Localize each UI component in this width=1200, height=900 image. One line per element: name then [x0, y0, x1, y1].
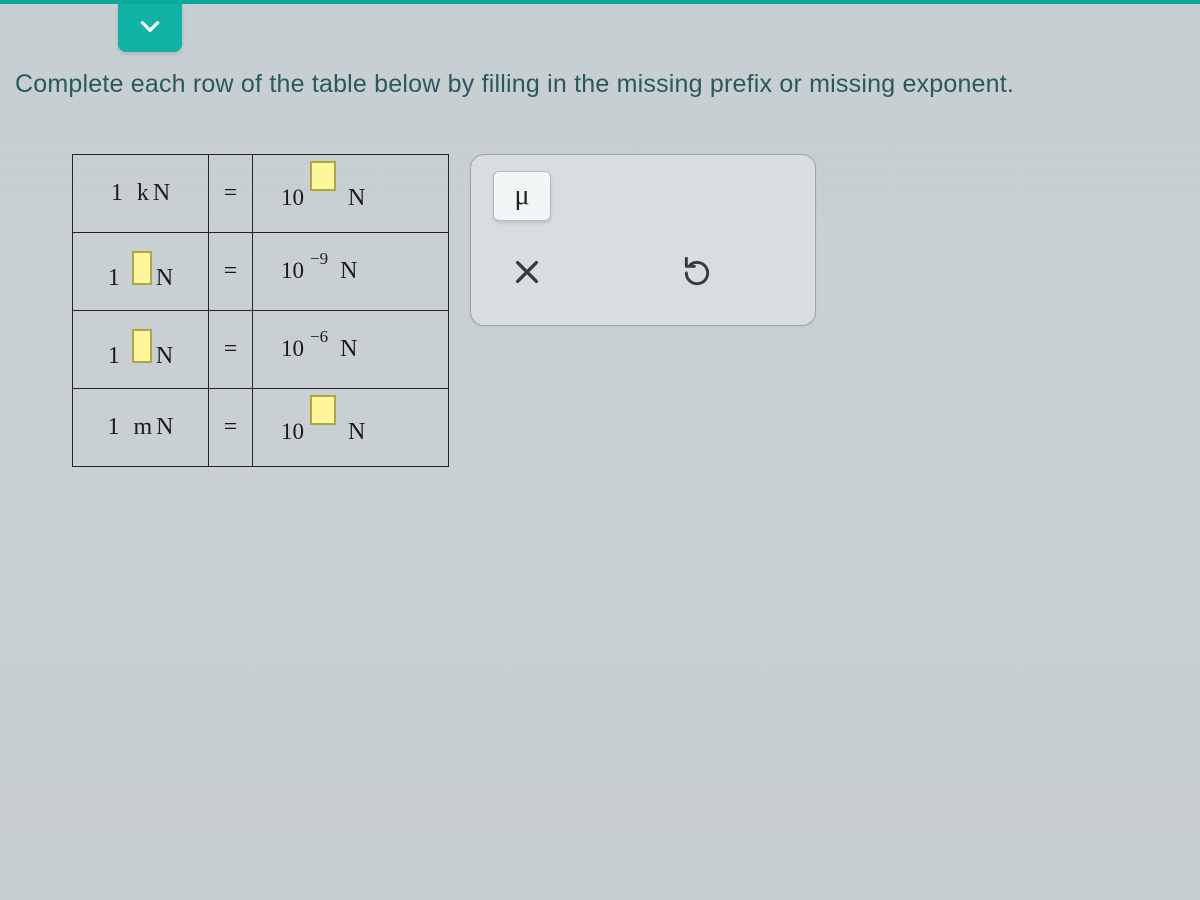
- left-unit: N: [156, 414, 173, 441]
- chevron-down-icon: [137, 13, 163, 44]
- left-number: 1: [108, 343, 120, 370]
- mu-icon: μ: [514, 180, 529, 212]
- question-page: Complete each row of the table below by …: [0, 0, 1200, 900]
- base-ten: 10: [281, 185, 304, 211]
- right-unit: N: [340, 258, 357, 285]
- left-prefix: k: [137, 180, 149, 207]
- exponent-text: −9: [310, 249, 328, 269]
- right-unit: N: [348, 419, 365, 446]
- equals-sign: =: [224, 414, 238, 440]
- left-unit: N: [153, 180, 170, 207]
- right-unit: N: [340, 336, 357, 363]
- mu-button[interactable]: μ: [493, 171, 551, 221]
- expand-tab[interactable]: [118, 4, 182, 52]
- left-prefix: m: [133, 414, 152, 441]
- left-number: 1: [108, 265, 120, 292]
- prefix-input[interactable]: [132, 329, 152, 363]
- prefix-table: 1 k N = 10 N 1: [72, 154, 449, 467]
- exponent-text: −6: [310, 327, 328, 347]
- exponent-input[interactable]: [310, 395, 336, 425]
- reset-icon: [681, 257, 713, 294]
- close-icon: [511, 256, 543, 294]
- prefix-input[interactable]: [132, 251, 152, 285]
- left-number: 1: [111, 180, 123, 207]
- table-row: 1 k N = 10 N: [73, 155, 449, 233]
- left-unit: N: [156, 343, 173, 370]
- right-unit: N: [348, 185, 365, 212]
- clear-button[interactable]: [507, 255, 547, 295]
- table-row: 1 m N = 10 N: [73, 389, 449, 467]
- exponent-input[interactable]: [310, 161, 336, 191]
- left-number: 1: [107, 414, 119, 441]
- table-row: 1 N = 10 −9 N: [73, 233, 449, 311]
- symbol-palette: μ: [470, 154, 816, 326]
- base-ten: 10: [281, 258, 304, 284]
- base-ten: 10: [281, 419, 304, 445]
- equals-sign: =: [224, 258, 238, 284]
- left-unit: N: [156, 265, 173, 292]
- table-row: 1 N = 10 −6 N: [73, 311, 449, 389]
- reset-button[interactable]: [677, 255, 717, 295]
- equals-sign: =: [224, 180, 238, 206]
- instruction-text: Complete each row of the table below by …: [15, 70, 1014, 99]
- base-ten: 10: [281, 336, 304, 362]
- equals-sign: =: [224, 336, 238, 362]
